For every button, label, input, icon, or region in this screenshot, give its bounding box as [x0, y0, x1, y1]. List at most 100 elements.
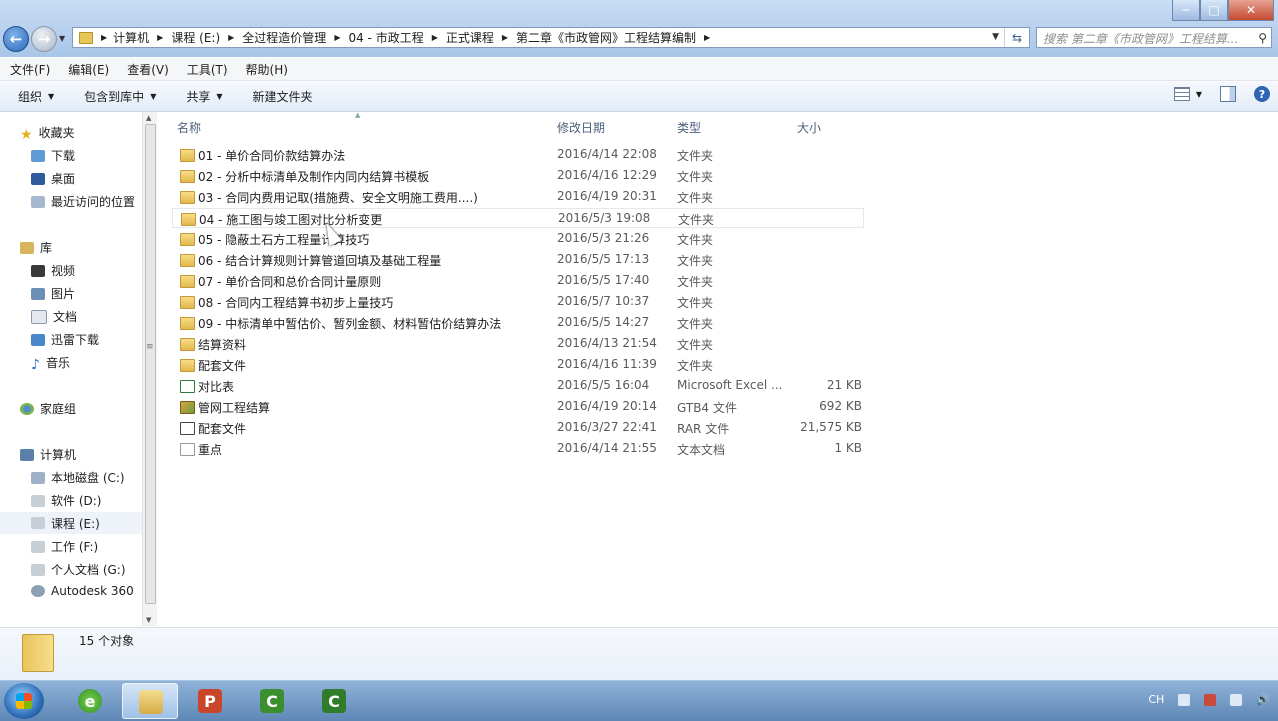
- file-row[interactable]: 配套文件 2016/4/16 11:39 文件夹: [172, 355, 864, 375]
- change-view-button[interactable]: ▼: [1173, 87, 1202, 101]
- sidebar-favorites[interactable]: ★ 收藏夹: [20, 124, 75, 143]
- menu-tools[interactable]: 工具(T): [177, 61, 236, 78]
- file-row[interactable]: 09 - 中标清单中暂估价、暂列金额、材料暂估价结算办法 2016/5/5 14:…: [172, 313, 864, 333]
- breadcrumb-municipal[interactable]: 04 - 市政工程 ▶: [344, 29, 441, 46]
- taskbar-explorer[interactable]: [122, 683, 178, 719]
- sidebar-homegroup[interactable]: 家庭组: [20, 400, 76, 417]
- forward-button[interactable]: →: [31, 26, 57, 52]
- ime-indicator[interactable]: CH: [1148, 693, 1164, 706]
- file-row[interactable]: 02 - 分析中标清单及制作内同内结算书模板 2016/4/16 12:29 文件夹: [172, 166, 864, 186]
- sidebar-item-autodesk-360[interactable]: Autodesk 360: [31, 584, 134, 598]
- breadcrumb-chapter-two[interactable]: 第二章《市政管网》工程结算编制 ▶: [512, 29, 714, 46]
- address-history-dropdown[interactable]: ▼: [992, 32, 999, 42]
- sidebar-computer[interactable]: 计算机: [20, 446, 76, 463]
- sidebar-item-music[interactable]: ♪ 音乐: [31, 354, 70, 373]
- minimize-button[interactable]: ─: [1172, 0, 1200, 21]
- organize-button[interactable]: 组织 ▼: [0, 88, 66, 105]
- file-name[interactable]: 01 - 单价合同价款结算办法: [198, 147, 345, 164]
- file-row[interactable]: 管网工程结算 2016/4/19 20:14 GTB4 文件 692 KB: [172, 397, 864, 417]
- scroll-up-icon[interactable]: ▲: [146, 114, 151, 122]
- column-header-type[interactable]: 类型: [677, 119, 701, 136]
- include-in-library-button[interactable]: 包含到库中 ▼: [66, 88, 168, 105]
- sidebar-item-drive-d[interactable]: 软件 (D:): [31, 492, 101, 509]
- file-row[interactable]: 重点 2016/4/14 21:55 文本文档 1 KB: [172, 439, 864, 459]
- start-button[interactable]: [4, 683, 44, 719]
- breadcrumb-computer[interactable]: 计算机 ▶: [109, 29, 167, 46]
- breadcrumb-formal-course[interactable]: 正式课程 ▶: [442, 29, 512, 46]
- file-row[interactable]: 对比表 2016/5/5 16:04 Microsoft Excel ... 21 K…: [172, 376, 864, 396]
- file-row[interactable]: 配套文件 2016/3/27 22:41 RAR 文件 21,575 KB: [172, 418, 864, 438]
- file-name[interactable]: 06 - 结合计算规则计算管道回填及基础工程量: [198, 252, 441, 269]
- search-icon[interactable]: ⚲: [1258, 31, 1267, 45]
- chevron-right-icon[interactable]: ▶: [99, 33, 109, 42]
- file-name[interactable]: 对比表: [198, 378, 234, 395]
- file-name[interactable]: 配套文件: [198, 420, 246, 437]
- sidebar-item-drive-f[interactable]: 工作 (F:): [31, 538, 98, 555]
- taskbar-camtasia-recorder[interactable]: C: [306, 683, 362, 719]
- file-row[interactable]: 07 - 单价合同和总价合同计量原则 2016/5/5 17:40 文件夹: [172, 271, 864, 291]
- file-name[interactable]: 结算资料: [198, 336, 246, 353]
- address-bar[interactable]: ▶ 计算机 ▶ 课程 (E:) ▶ 全过程造价管理 ▶ 04 - 市政工程 ▶ 正式课程…: [72, 27, 1030, 48]
- file-name[interactable]: 02 - 分析中标清单及制作内同内结算书模板: [198, 168, 429, 185]
- menu-edit[interactable]: 编辑(E): [58, 61, 117, 78]
- sidebar-item-downloads[interactable]: 下载: [31, 147, 75, 164]
- column-header-size[interactable]: 大小: [797, 119, 821, 136]
- navigation-scrollbar[interactable]: ▲ ≡ ▼: [142, 112, 157, 626]
- file-name[interactable]: 管网工程结算: [198, 399, 270, 416]
- scroll-down-icon[interactable]: ▼: [146, 616, 151, 624]
- menu-view[interactable]: 查看(V): [117, 61, 177, 78]
- file-row[interactable]: 03 - 合同内费用记取(措施费、安全文明施工费用....) 2016/4/19 …: [172, 187, 864, 207]
- menu-file[interactable]: 文件(F): [0, 61, 58, 78]
- keyboard-icon[interactable]: [1178, 693, 1191, 706]
- sidebar-item-pictures[interactable]: 图片: [31, 285, 75, 302]
- file-name[interactable]: 07 - 单价合同和总价合同计量原则: [198, 273, 381, 290]
- scrollbar-thumb[interactable]: [145, 124, 156, 604]
- sidebar-item-desktop[interactable]: 桌面: [31, 170, 75, 187]
- preview-pane-icon[interactable]: [1220, 86, 1236, 102]
- sidebar-item-documents[interactable]: 文档: [31, 308, 77, 325]
- file-name[interactable]: 03 - 合同内费用记取(措施费、安全文明施工费用....): [198, 189, 478, 206]
- network-icon[interactable]: [1230, 693, 1243, 706]
- file-row[interactable]: 04 - 施工图与竣工图对比分析变更 2016/5/3 19:08 文件夹: [172, 208, 864, 228]
- breadcrumb-cost-management[interactable]: 全过程造价管理 ▶: [238, 29, 344, 46]
- file-row[interactable]: 结算资料 2016/4/13 21:54 文件夹: [172, 334, 864, 354]
- file-row[interactable]: 01 - 单价合同价款结算办法 2016/4/14 22:08 文件夹: [172, 145, 864, 165]
- documents-icon: [31, 309, 47, 324]
- breadcrumb-drive-e[interactable]: 课程 (E:) ▶: [167, 29, 238, 46]
- share-button[interactable]: 共享 ▼: [168, 88, 234, 105]
- taskbar-powerpoint[interactable]: P: [182, 683, 238, 719]
- taskbar-camtasia[interactable]: C: [244, 683, 300, 719]
- file-name[interactable]: 05 - 隐蔽土石方工程量计算技巧: [198, 231, 369, 248]
- file-name[interactable]: 09 - 中标清单中暂估价、暂列金额、材料暂估价结算办法: [198, 315, 501, 332]
- file-row[interactable]: 06 - 结合计算规则计算管道回填及基础工程量 2016/5/5 17:13 文件夹: [172, 250, 864, 270]
- close-button[interactable]: ✕: [1228, 0, 1274, 21]
- file-name[interactable]: 08 - 合同内工程结算书初步上量技巧: [198, 294, 393, 311]
- sidebar-item-drive-e[interactable]: 课程 (E:): [0, 512, 142, 534]
- sidebar-item-videos[interactable]: 视频: [31, 262, 75, 279]
- maximize-button[interactable]: □: [1200, 0, 1228, 21]
- help-icon[interactable]: ?: [1254, 86, 1270, 102]
- file-size: 1 KB: [834, 441, 862, 455]
- sidebar-item-drive-c[interactable]: 本地磁盘 (C:): [31, 469, 125, 486]
- sidebar-item-drive-g[interactable]: 个人文档 (G:): [31, 561, 126, 578]
- column-header-name[interactable]: 名称: [177, 119, 201, 136]
- search-input[interactable]: 搜索 第二章《市政管网》工程结算... ⚲: [1036, 27, 1272, 48]
- file-row[interactable]: 08 - 合同内工程结算书初步上量技巧 2016/5/7 10:37 文件夹: [172, 292, 864, 312]
- folder-icon: [180, 317, 195, 330]
- refresh-icon[interactable]: ⇆: [1004, 28, 1029, 47]
- back-button[interactable]: ←: [3, 26, 29, 52]
- sidebar-item-thunder-downloads[interactable]: 迅雷下载: [31, 331, 99, 348]
- sidebar-item-recent-places[interactable]: 最近访问的位置: [31, 193, 135, 210]
- file-name[interactable]: 配套文件: [198, 357, 246, 374]
- file-name[interactable]: 重点: [198, 441, 222, 458]
- volume-icon[interactable]: 🔊: [1256, 693, 1270, 706]
- file-name[interactable]: 04 - 施工图与竣工图对比分析变更: [199, 211, 382, 228]
- column-header-date[interactable]: 修改日期: [557, 119, 605, 136]
- new-folder-button[interactable]: 新建文件夹: [235, 88, 325, 105]
- recent-pages-dropdown[interactable]: ▼: [59, 34, 65, 43]
- file-row[interactable]: 05 - 隐蔽土石方工程量计算技巧 2016/5/3 21:26 文件夹: [172, 229, 864, 249]
- taskbar-browser[interactable]: e: [62, 683, 118, 719]
- menu-help[interactable]: 帮助(H): [236, 61, 296, 78]
- sidebar-libraries[interactable]: 库: [20, 239, 52, 256]
- action-center-icon[interactable]: [1204, 693, 1217, 706]
